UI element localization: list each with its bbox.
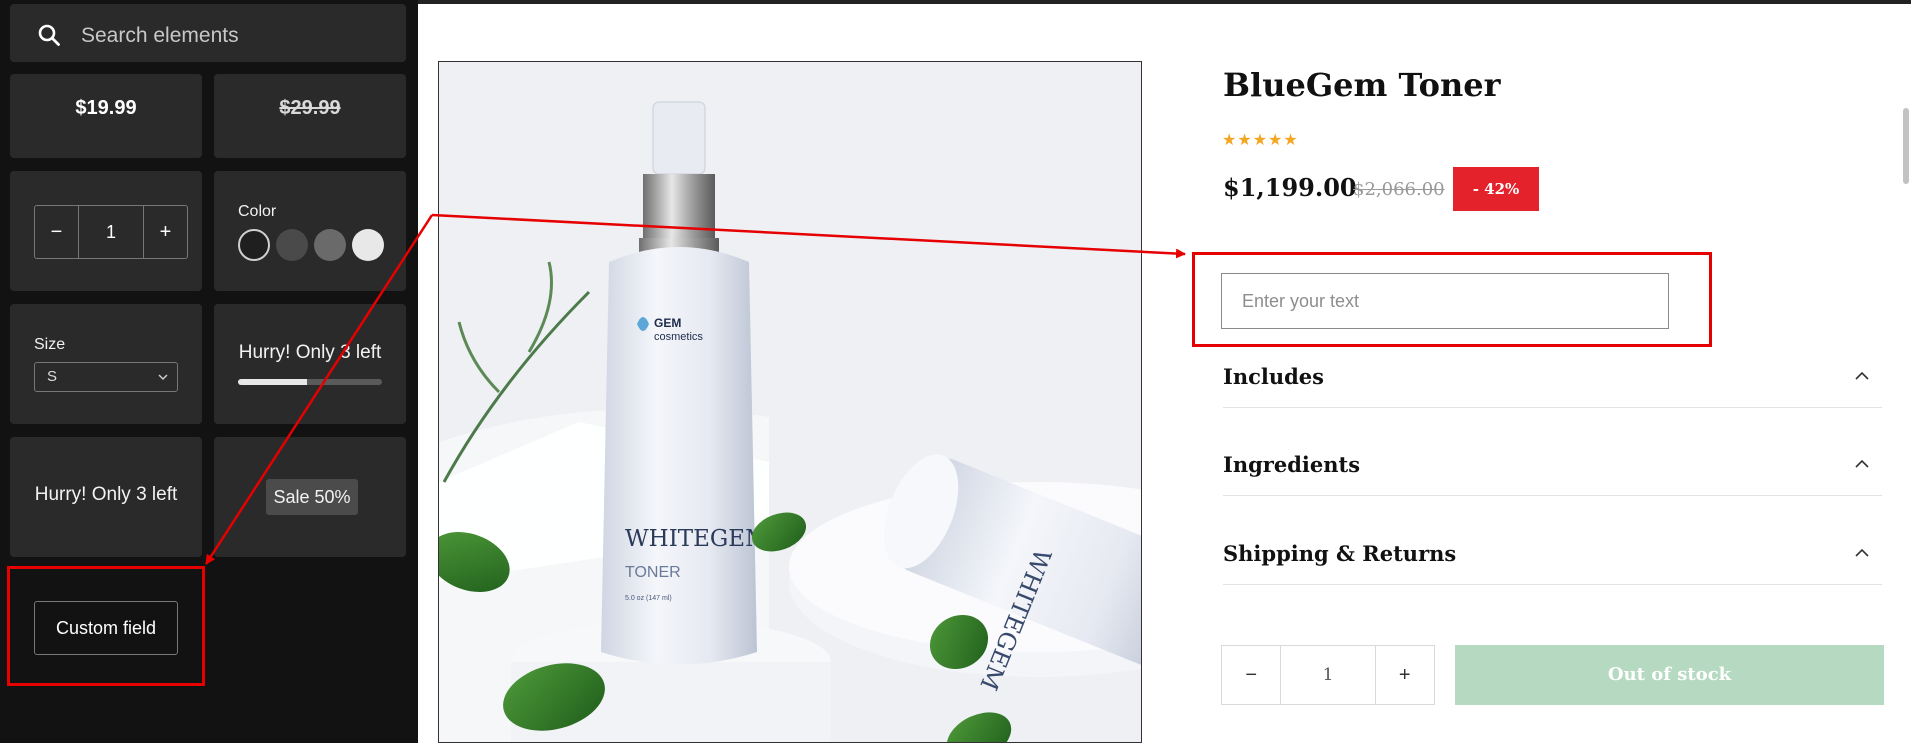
scrollbar-thumb[interactable] — [1903, 108, 1909, 184]
quantity-value: 1 — [78, 206, 144, 258]
quantity-stepper-preview: − 1 + — [34, 205, 188, 259]
bottle-type: TONER — [625, 564, 681, 581]
bottle-volume: 5.0 oz (147 ml) — [625, 595, 672, 602]
product-compare-price: $2,066.00 — [1353, 179, 1445, 200]
product-title: BlueGem Toner — [1223, 66, 1501, 104]
accordion-includes[interactable]: Includes — [1223, 364, 1882, 408]
quantity-plus-button[interactable]: + — [1376, 646, 1434, 704]
product-price: $1,199.00 — [1223, 173, 1357, 202]
elements-panel: Search elements $19.99 $29.99 − 1 + Colo… — [0, 0, 418, 743]
size-select-preview: S — [34, 362, 178, 392]
chevron-up-icon — [1855, 459, 1869, 468]
product-quantity-stepper: − 1 + — [1221, 645, 1435, 705]
stock-counter-text: Hurry! Only 3 left — [238, 342, 382, 363]
stock-counter-text: Hurry! Only 3 left — [34, 484, 178, 505]
size-label: Size — [34, 336, 66, 353]
accordion-ingredients-title: Ingredients — [1223, 452, 1361, 477]
chevron-down-icon — [158, 374, 168, 381]
search-input[interactable]: Search elements — [81, 24, 239, 48]
custom-field-highlight-box — [7, 566, 205, 686]
plus-icon: + — [159, 220, 172, 243]
stock-counter-progress-tile[interactable]: Hurry! Only 3 left — [214, 304, 406, 424]
sale-badge-preview: Sale 50% — [266, 479, 358, 515]
search-bar[interactable]: Search elements — [10, 4, 406, 62]
color-swatch — [352, 229, 384, 261]
accordion-ingredients[interactable]: Ingredients — [1223, 452, 1882, 496]
bottle-brand-top: GEM — [654, 316, 681, 330]
minus-icon: − — [50, 220, 63, 243]
out-of-stock-button[interactable]: Out of stock — [1455, 645, 1884, 705]
bottle-name: WHITEGEM — [625, 526, 769, 552]
quantity-minus-button[interactable]: − — [1222, 646, 1280, 704]
discount-badge: - 42% — [1453, 167, 1539, 211]
color-swatch — [314, 229, 346, 261]
chevron-up-icon — [1855, 548, 1869, 557]
accordion-includes-title: Includes — [1223, 364, 1324, 389]
color-label: Color — [238, 203, 277, 220]
accordion-shipping-returns[interactable]: Shipping & Returns — [1223, 541, 1882, 585]
product-photo: WHITEGEM GEM cosmetics WHITEGEM TONER 5.… — [439, 62, 1141, 742]
size-select-value: S — [47, 368, 58, 385]
quantity-element-tile[interactable]: − 1 + — [10, 171, 202, 291]
compare-price-element-label: $29.99 — [279, 97, 341, 119]
price-element-label: $19.99 — [75, 97, 137, 119]
search-icon — [38, 24, 60, 46]
bottle-brand-bottom: cosmetics — [654, 331, 703, 343]
quantity-input[interactable]: 1 — [1280, 646, 1376, 704]
accordion-shipping-returns-title: Shipping & Returns — [1223, 541, 1457, 566]
chevron-up-icon — [1855, 371, 1869, 380]
color-swatch — [238, 229, 270, 261]
color-swatch-element-tile[interactable]: Color — [214, 171, 406, 291]
stock-progress-bar — [238, 379, 382, 385]
stock-progress-fill — [238, 379, 308, 385]
rating-stars: ★★★★★ — [1222, 132, 1299, 149]
size-variant-element-tile[interactable]: Size S — [10, 304, 202, 424]
compare-price-element-tile[interactable]: $29.99 — [214, 74, 406, 158]
stock-counter-text-tile[interactable]: Hurry! Only 3 left — [10, 437, 202, 557]
sale-badge-element-tile[interactable]: Sale 50% — [214, 437, 406, 557]
product-image: WHITEGEM GEM cosmetics WHITEGEM TONER 5.… — [438, 61, 1142, 743]
text-field-highlight-box — [1192, 252, 1712, 347]
price-element-tile[interactable]: $19.99 — [10, 74, 202, 158]
color-swatch — [276, 229, 308, 261]
canvas-top-border — [418, 0, 1911, 4]
